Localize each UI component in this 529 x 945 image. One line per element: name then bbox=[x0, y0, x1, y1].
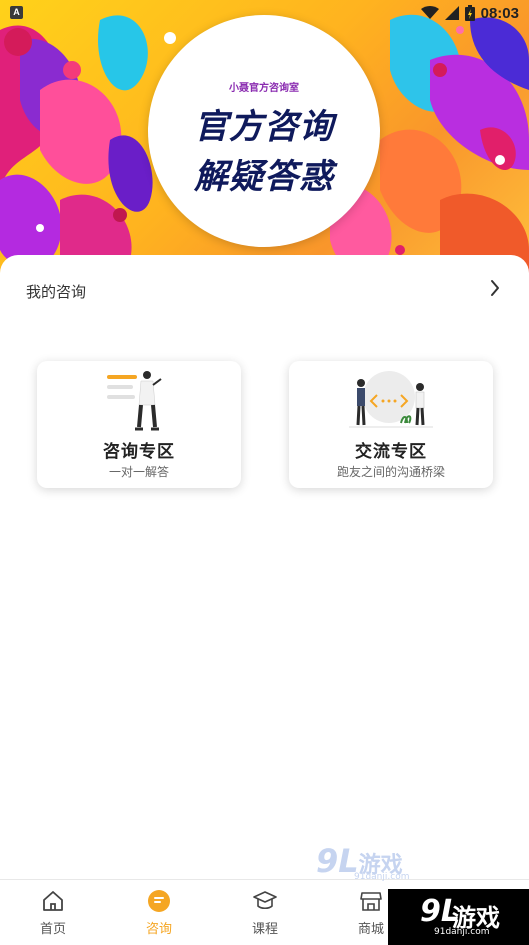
tab-consult[interactable]: 咨询 bbox=[106, 880, 212, 945]
tab-courses-label: 课程 bbox=[251, 922, 278, 937]
status-bar: A 08:03 bbox=[0, 0, 529, 26]
banner-badge: 小聂官方咨询室 官方咨询 解疑答惑 bbox=[148, 15, 380, 247]
store-icon bbox=[360, 892, 382, 911]
wifi-icon bbox=[420, 6, 439, 19]
exchange-zone-card[interactable]: 交流专区 跑友之间的沟通桥梁 bbox=[289, 361, 493, 488]
chevron-right-icon bbox=[491, 280, 499, 296]
tab-consult-label: 咨询 bbox=[145, 922, 172, 937]
clock-time: 08:03 bbox=[480, 4, 519, 22]
chat-icon bbox=[148, 890, 170, 912]
signal-icon bbox=[444, 6, 459, 20]
graduation-cap-icon bbox=[253, 891, 277, 910]
tab-home-label: 首页 bbox=[39, 922, 66, 937]
my-consult-row[interactable]: 我的咨询 bbox=[0, 255, 529, 325]
notification-indicator: A bbox=[10, 6, 23, 19]
tab-courses[interactable]: 课程 bbox=[212, 880, 318, 945]
banner-headline-1: 官方咨询 bbox=[194, 107, 334, 147]
exchange-zone-subtitle: 跑友之间的沟通桥梁 bbox=[336, 465, 445, 479]
exchange-zone-title: 交流专区 bbox=[355, 442, 427, 462]
banner-headline-2: 解疑答惑 bbox=[194, 157, 334, 197]
home-icon bbox=[43, 891, 63, 911]
watermark-badge: 9L 游戏 91danji.com bbox=[388, 889, 529, 945]
consult-zone-card[interactable]: 咨询专区 一对一解答 bbox=[37, 361, 241, 488]
my-consult-title: 我的咨询 bbox=[26, 283, 87, 301]
banner: A 08:03 小聂官方咨询室 官方咨询 解疑答惑 bbox=[0, 0, 529, 290]
tab-home[interactable]: 首页 bbox=[0, 880, 106, 945]
consult-zone-subtitle: 一对一解答 bbox=[108, 465, 169, 479]
consult-zone-title: 咨询专区 bbox=[103, 442, 175, 462]
content-sheet: 我的咨询 咨询专区 一对一解答 交流专区 跑友之间的沟通桥梁 bbox=[0, 255, 529, 881]
battery-icon bbox=[464, 5, 475, 21]
banner-subtitle: 小聂官方咨询室 bbox=[229, 83, 299, 94]
exchange-illustration bbox=[349, 371, 433, 428]
watermark-logo: 9L 游戏 91danji.com bbox=[316, 842, 410, 882]
consult-illustration bbox=[107, 371, 162, 431]
